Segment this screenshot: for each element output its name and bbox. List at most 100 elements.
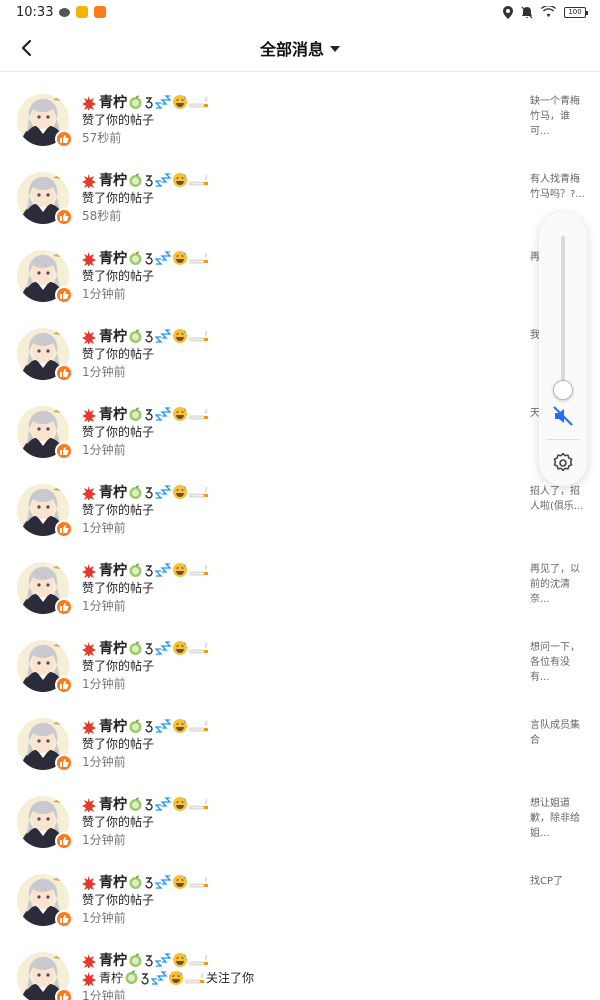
user-name[interactable]: 青柠 — [82, 638, 209, 658]
user-name-text: 青柠 — [99, 563, 127, 579]
avatar[interactable] — [17, 94, 73, 148]
message-filter-dropdown[interactable]: 全部消息 — [260, 36, 340, 60]
volume-slider-track[interactable] — [561, 236, 565, 386]
sweat-smile-emoji-icon — [169, 970, 184, 985]
timestamp: 58秒前 — [82, 209, 122, 223]
thumbs-up-icon — [60, 914, 69, 923]
avatar[interactable] — [17, 718, 73, 772]
avatar[interactable] — [17, 406, 73, 460]
sweat-smile-emoji-icon — [173, 485, 187, 499]
gear-icon — [553, 452, 573, 472]
action-text: 赞了你的帖子 — [82, 737, 155, 751]
message-row[interactable]: 青柠 赞了你的帖子 1分钟前 天晌闪 — [0, 394, 600, 472]
user-name[interactable]: 青柠 — [82, 92, 209, 112]
hook-emoji-icon — [145, 643, 153, 655]
avatar[interactable] — [17, 562, 73, 616]
user-name[interactable]: 青柠 — [82, 170, 209, 190]
zzz-emoji-icon — [155, 719, 171, 733]
zzz-emoji-icon — [155, 485, 171, 499]
status-time: 10:33 — [16, 4, 54, 20]
avatar[interactable] — [17, 874, 73, 928]
timestamp: 57秒前 — [82, 131, 122, 145]
hook-emoji-icon — [145, 409, 153, 421]
user-name-text: 青柠 — [99, 953, 127, 969]
anger-emoji-icon — [82, 486, 96, 500]
message-row[interactable]: 青柠 赞了你的帖子 1分钟前 我了叫 — [0, 316, 600, 394]
lime-emoji-icon — [129, 485, 142, 499]
message-row[interactable]: 青柠 赞了你的帖子 1分钟前 再曾的 — [0, 238, 600, 316]
user-name[interactable]: 青柠 — [82, 326, 209, 346]
sound-settings-button[interactable] — [551, 451, 575, 475]
lime-emoji-icon — [129, 95, 142, 109]
avatar[interactable] — [17, 796, 73, 850]
like-badge — [55, 676, 73, 694]
anger-emoji-icon — [82, 720, 96, 734]
user-name[interactable]: 青柠 — [82, 482, 209, 502]
user-name-text: 青柠 — [99, 719, 127, 735]
thumbs-up-icon — [60, 602, 69, 611]
anger-emoji-icon — [82, 174, 96, 188]
action-line: 赞了你的帖子 — [82, 267, 154, 284]
sweat-smile-emoji-icon — [173, 563, 187, 577]
zzz-emoji-icon — [155, 407, 171, 421]
message-row[interactable]: 青柠 赞了你的帖子 1分钟前 招人了，招人啦(俱乐... — [0, 472, 600, 550]
anger-emoji-icon — [82, 971, 96, 986]
timestamp: 1分钟前 — [82, 755, 126, 769]
volume-slider-thumb[interactable] — [553, 380, 573, 400]
message-row[interactable]: 青柠 赞了你的帖子 57秒前 缺一个青梅竹马，谁可... — [0, 82, 600, 160]
wechat-icon — [59, 7, 71, 17]
message-row[interactable]: 青柠 赞了你的帖子 1分钟前 想问一下，各位有没有... — [0, 628, 600, 706]
thumbs-up-icon — [60, 680, 69, 689]
user-name[interactable]: 青柠 — [82, 248, 209, 268]
timestamp: 1分钟前 — [82, 911, 126, 925]
like-badge — [55, 910, 73, 928]
thumbs-up-icon — [60, 992, 69, 1000]
thumbs-up-icon — [60, 758, 69, 767]
cigarette-emoji-icon — [189, 96, 208, 108]
message-row[interactable]: 青柠 赞了你的帖子 1分钟前 想让姐道歉，除非给姐... — [0, 784, 600, 862]
anger-emoji-icon — [82, 96, 96, 110]
anger-emoji-icon — [82, 954, 96, 968]
back-button[interactable] — [12, 34, 40, 62]
avatar[interactable] — [17, 328, 73, 382]
post-snippet[interactable]: 有人找青梅竹马吗？?... — [530, 172, 586, 202]
post-snippet[interactable]: 找CP了 — [530, 874, 586, 889]
post-snippet[interactable]: 招人了，招人啦(俱乐... — [530, 484, 586, 514]
user-name[interactable]: 青柠 — [82, 872, 209, 892]
post-snippet[interactable]: 缺一个青梅竹马，谁可... — [530, 94, 586, 139]
sweat-smile-emoji-icon — [173, 329, 187, 343]
cigarette-emoji-icon — [189, 564, 208, 576]
avatar[interactable] — [17, 172, 73, 226]
post-snippet[interactable]: 再见了，以前的沈清奈... — [530, 562, 586, 607]
zzz-emoji-icon — [155, 173, 171, 187]
avatar[interactable] — [17, 640, 73, 694]
like-badge — [55, 130, 73, 148]
thumbs-up-icon — [60, 212, 69, 221]
user-name[interactable]: 青柠 — [82, 560, 209, 580]
page-title: 全部消息 — [259, 39, 324, 59]
wifi-icon — [541, 6, 556, 17]
message-row[interactable]: 青柠 赞了你的帖子 58秒前 有人找青梅竹马吗？?... — [0, 160, 600, 238]
post-snippet[interactable]: 言队成员集合 — [530, 718, 586, 748]
message-row[interactable]: 青柠 赞了你的帖子 1分钟前 再见了，以前的沈清奈... — [0, 550, 600, 628]
action-line: 赞了你的帖子 — [82, 345, 154, 362]
user-name[interactable]: 青柠 — [82, 950, 209, 970]
anger-emoji-icon — [82, 798, 96, 812]
avatar[interactable] — [17, 484, 73, 538]
user-name[interactable]: 青柠 — [82, 716, 209, 736]
caret-down-icon — [330, 45, 340, 52]
mute-toggle-button[interactable] — [551, 404, 575, 428]
zzz-emoji-icon — [155, 875, 171, 889]
post-snippet[interactable]: 想让姐道歉，除非给姐... — [530, 796, 586, 841]
message-row[interactable]: 青柠 赞了你的帖子 1分钟前 言队成员集合 — [0, 706, 600, 784]
anger-emoji-icon — [82, 642, 96, 656]
action-text: 赞了你的帖子 — [82, 113, 155, 127]
avatar[interactable] — [17, 952, 73, 1000]
user-name[interactable]: 青柠 — [82, 794, 209, 814]
post-snippet[interactable]: 想问一下，各位有没有... — [530, 640, 586, 685]
message-row[interactable]: 青柠 青柠 关注了你 1分钟前 — [0, 940, 600, 1000]
timestamp: 1分钟前 — [82, 287, 126, 301]
avatar[interactable] — [17, 250, 73, 304]
message-row[interactable]: 青柠 赞了你的帖子 1分钟前 找CP了 — [0, 862, 600, 940]
user-name[interactable]: 青柠 — [82, 404, 209, 424]
